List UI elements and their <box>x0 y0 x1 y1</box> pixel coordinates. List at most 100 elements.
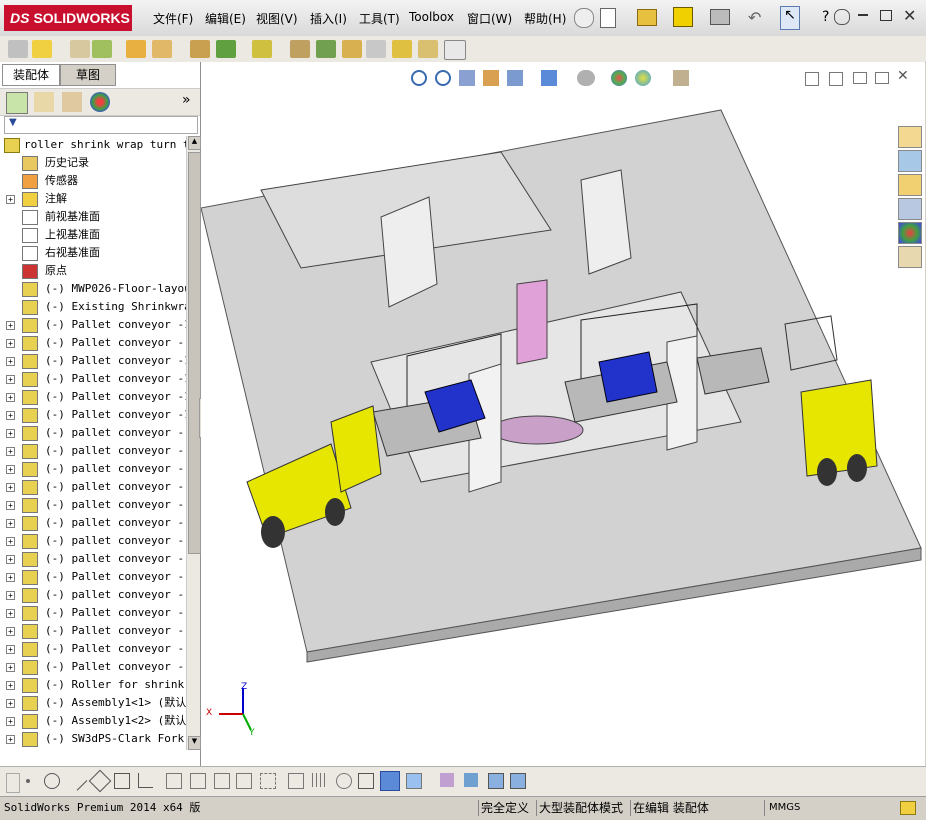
minimize-icon[interactable] <box>858 14 868 16</box>
smart-fasteners-icon[interactable] <box>126 40 146 58</box>
property-manager-icon[interactable] <box>34 92 54 112</box>
expand-icon[interactable]: + <box>6 447 15 456</box>
menu-insert[interactable]: 插入(I) <box>310 10 347 27</box>
units-status[interactable]: MMGS <box>764 800 800 816</box>
relations-icon[interactable] <box>336 773 352 789</box>
expand-icon[interactable]: + <box>6 411 15 420</box>
toolbar-handle-icon[interactable] <box>6 773 20 793</box>
display-mode-icon[interactable] <box>406 773 422 789</box>
restore-icon[interactable] <box>880 10 892 21</box>
options-gear-icon[interactable] <box>834 9 850 25</box>
expand-icon[interactable]: + <box>6 573 15 582</box>
help-icon[interactable]: ? <box>822 9 829 25</box>
wireframe-icon[interactable] <box>358 773 374 789</box>
tab-assembly[interactable]: 装配体 <box>2 64 60 86</box>
angle-icon[interactable] <box>138 773 153 788</box>
chamfer-icon[interactable] <box>190 773 206 789</box>
expand-icon[interactable]: + <box>6 555 15 564</box>
instant3d-icon[interactable] <box>444 40 466 60</box>
new-motion-study-icon[interactable] <box>290 40 310 58</box>
insert-component-icon[interactable] <box>32 40 52 58</box>
expand-icon[interactable]: + <box>6 465 15 474</box>
tab-sketch[interactable]: 草图 <box>60 64 116 86</box>
expand-icon[interactable]: + <box>6 663 15 672</box>
close-icon[interactable]: ✕ <box>903 6 916 25</box>
window-tile-icon[interactable] <box>488 773 504 789</box>
custom-properties-icon[interactable] <box>898 246 922 268</box>
expand-panel-icon[interactable]: » <box>182 92 191 108</box>
filter-box[interactable]: ▼ <box>4 116 198 134</box>
dimension-icon[interactable] <box>288 773 304 789</box>
expand-icon[interactable]: + <box>6 681 15 690</box>
expand-icon[interactable]: + <box>6 429 15 438</box>
camera-icon[interactable] <box>464 773 478 787</box>
menu-view[interactable]: 视图(V) <box>256 10 298 27</box>
expand-icon[interactable]: + <box>6 717 15 726</box>
expand-icon[interactable]: + <box>6 537 15 546</box>
circle-icon[interactable] <box>44 773 60 789</box>
expand-icon[interactable]: + <box>6 519 15 528</box>
construction-geometry-icon[interactable] <box>260 773 276 789</box>
expand-icon[interactable]: + <box>6 645 15 654</box>
graphics-area[interactable]: ✕ Z X Y <box>201 62 925 768</box>
expand-icon[interactable]: + <box>6 735 15 744</box>
linear-pattern-icon[interactable] <box>92 40 112 58</box>
rebuild-warning-icon[interactable] <box>673 7 693 27</box>
solidworks-logo[interactable]: DS SOLIDWORKS <box>4 5 132 31</box>
interference-detection-icon[interactable] <box>392 40 412 58</box>
rebuild-status-icon[interactable] <box>900 801 916 815</box>
select-pointer-icon[interactable]: ↖ <box>780 6 800 30</box>
clearance-verification-icon[interactable] <box>418 40 438 58</box>
mirror-icon[interactable] <box>236 773 252 789</box>
mate-icon[interactable] <box>70 40 90 58</box>
expand-icon[interactable]: + <box>6 321 15 330</box>
expand-icon[interactable]: + <box>6 627 15 636</box>
menu-help[interactable]: 帮助(H) <box>524 10 566 27</box>
model-scene[interactable] <box>201 62 925 768</box>
menu-edit[interactable]: 编辑(E) <box>205 10 246 27</box>
appearances-icon[interactable] <box>898 222 922 244</box>
show-hidden-icon[interactable] <box>190 40 210 58</box>
bill-of-materials-icon[interactable] <box>316 40 336 58</box>
explode-line-sketch-icon[interactable] <box>366 40 386 58</box>
expand-icon[interactable]: + <box>6 339 15 348</box>
assembly-features-icon[interactable] <box>216 40 236 58</box>
move-component-icon[interactable] <box>152 40 172 58</box>
expand-icon[interactable]: + <box>6 483 15 492</box>
scroll-thumb[interactable] <box>188 152 201 554</box>
expand-icon[interactable]: + <box>6 699 15 708</box>
menu-toolbox[interactable]: Toolbox <box>409 10 454 24</box>
shaded-icon[interactable] <box>380 771 400 791</box>
reference-geometry-icon[interactable] <box>252 40 272 58</box>
window-cascade-icon[interactable] <box>510 773 526 789</box>
offset-icon[interactable] <box>214 773 230 789</box>
configuration-manager-icon[interactable] <box>62 92 82 112</box>
filter-icon[interactable]: ▼ <box>9 117 17 128</box>
menu-window[interactable]: 窗口(W) <box>467 10 512 27</box>
open-folder-icon[interactable] <box>637 9 657 26</box>
fillet-icon[interactable] <box>166 773 182 789</box>
display-manager-icon[interactable] <box>90 92 110 112</box>
line-icon[interactable] <box>66 770 88 791</box>
polygon-icon[interactable] <box>88 769 112 793</box>
file-explorer-icon[interactable] <box>898 174 922 196</box>
new-document-icon[interactable] <box>600 8 616 28</box>
menu-tools[interactable]: 工具(T) <box>359 10 400 27</box>
design-library-icon[interactable] <box>898 150 922 172</box>
expand-icon[interactable]: + <box>6 357 15 366</box>
trim-icon[interactable] <box>114 773 130 789</box>
expand-icon[interactable]: + <box>6 393 15 402</box>
exploded-view-icon[interactable] <box>342 40 362 58</box>
expand-icon[interactable]: + <box>6 195 15 204</box>
expand-icon[interactable]: + <box>6 591 15 600</box>
expand-icon[interactable]: + <box>6 375 15 384</box>
expand-icon[interactable]: + <box>6 609 15 618</box>
point-icon[interactable] <box>26 779 30 783</box>
scroll-down-arrow[interactable]: ▼ <box>188 736 201 750</box>
task-pane-home-icon[interactable] <box>898 126 922 148</box>
expand-icon[interactable]: + <box>6 501 15 510</box>
section-icon[interactable] <box>440 773 454 787</box>
feature-manager-icon[interactable] <box>6 92 28 114</box>
tree-scrollbar[interactable]: ▲ ▼ <box>186 136 201 750</box>
assembly-icon[interactable] <box>8 40 28 58</box>
